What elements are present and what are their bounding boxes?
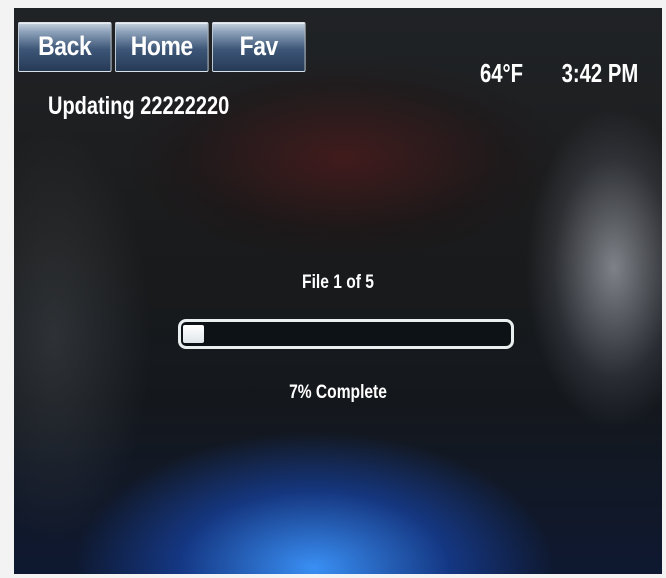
progress-bar — [178, 319, 514, 349]
back-button[interactable]: Back — [18, 22, 112, 72]
top-nav: Back Home Fav — [18, 22, 322, 72]
fav-button[interactable]: Fav — [212, 22, 306, 72]
progress-bar-fill — [183, 325, 205, 343]
photo-frame: Back Home Fav 64°F 3:42 PM Updating 2222… — [0, 0, 666, 578]
clock-readout: 3:42 PM — [561, 58, 638, 88]
infotainment-screen: Back Home Fav 64°F 3:42 PM Updating 2222… — [14, 8, 662, 574]
temperature-readout: 64°F — [480, 58, 524, 88]
update-title: Updating 22222220 — [48, 92, 230, 120]
home-button[interactable]: Home — [115, 22, 209, 72]
back-button-label: Back — [38, 31, 92, 61]
fav-button-label: Fav — [239, 31, 279, 61]
progress-percent-text: 7% Complete — [289, 382, 387, 403]
file-status: File 1 of 5 — [302, 272, 374, 293]
home-button-label: Home — [130, 31, 193, 61]
